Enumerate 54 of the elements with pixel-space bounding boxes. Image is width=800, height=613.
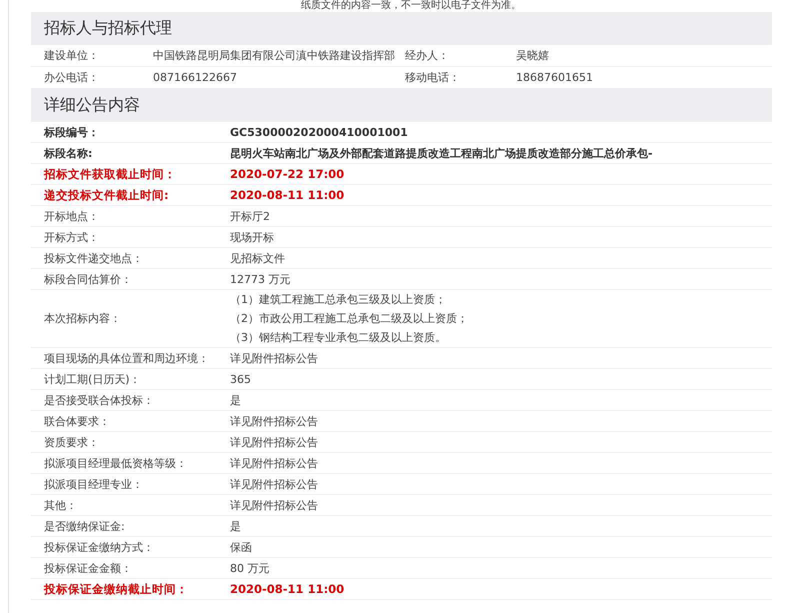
field-value: 18687601651 <box>516 71 594 84</box>
field-value: （1）建筑工程施工总承包三级及以上资质； <box>230 292 446 307</box>
field-label: 联合体要求： <box>44 414 111 428</box>
field-value: （3）钢结构工程专业承包二级及以上资质。 <box>230 330 446 345</box>
field-label: 项目现场的具体位置和周边环境： <box>44 350 210 366</box>
field-value: 12773 万元 <box>230 272 290 286</box>
field-label: 投标文件递交地点： <box>44 250 144 266</box>
field-label: 是否缴纳保证金: <box>44 518 126 534</box>
field-label: 递交投标文件截止时间: <box>44 188 170 202</box>
field-value: 中国铁路昆明局集团有限公司滇中铁路建设指挥部 <box>153 48 396 63</box>
section-header: 招标人与招标代理 <box>31 12 772 45</box>
field-value: 2020-08-11 11:00 <box>230 582 344 596</box>
field-value: （2）市政公用工程施工总承包二级及以上资质； <box>230 311 468 326</box>
field-label: 拟派项目经理专业： <box>44 476 144 492</box>
field-value: 是 <box>230 518 241 534</box>
field-label: 投标保证金金额： <box>44 560 133 576</box>
field-value: 现场开标 <box>230 230 274 244</box>
field-label: 资质要求： <box>44 434 100 450</box>
field-label: 标段名称: <box>44 146 94 160</box>
field-value: 详见附件招标公告 <box>230 476 318 492</box>
field-value: 昆明火车站南北广场及外部配套道路提质改造工程南北广场提质改造部分施工总价承包- <box>230 146 653 160</box>
field-label: 开标方式： <box>44 230 100 244</box>
field-value: 开标厅2 <box>230 208 270 224</box>
field-value: 见招标文件 <box>230 250 285 266</box>
field-value: 详见附件招标公告 <box>230 414 318 428</box>
field-label: 本次招标内容： <box>44 311 122 326</box>
field-value: 详见附件招标公告 <box>230 434 318 450</box>
field-label: 开标地点： <box>44 208 100 224</box>
field-label: 其他： <box>44 498 78 512</box>
field-value: 2020-08-11 11:00 <box>230 188 344 202</box>
field-value: 087166122667 <box>153 71 238 84</box>
field-value: 80 万元 <box>230 560 270 576</box>
section-header: 详细公告内容 <box>31 89 772 122</box>
field-label: 办公电话： <box>44 70 100 85</box>
field-value: 是 <box>230 392 241 408</box>
field-label: 建设单位： <box>44 48 100 63</box>
field-value: 365 <box>230 372 251 386</box>
field-label: 移动电话： <box>405 70 461 85</box>
field-value: 详见附件招标公告 <box>230 456 318 470</box>
field-label: 是否接受联合体投标： <box>44 392 155 408</box>
field-value: GC530000202000410001001 <box>230 126 408 138</box>
field-label: 招标文件获取截止时间： <box>44 166 177 182</box>
field-value: 保函 <box>230 540 252 554</box>
field-label: 投标保证金缴纳方式： <box>44 540 155 554</box>
field-label: 标段编号： <box>44 124 100 140</box>
field-label: 经办人： <box>405 48 450 63</box>
field-label: 标段合同估算价： <box>44 272 133 286</box>
field-label: 投标保证金缴纳截止时间： <box>44 582 189 596</box>
field-value: 吴晓嬉 <box>516 48 550 63</box>
field-label: 计划工期(日历天)： <box>44 372 142 386</box>
field-value: 详见附件招标公告 <box>230 350 318 366</box>
field-label: 拟派项目经理最低资格等级： <box>44 456 188 470</box>
field-value: 详见附件招标公告 <box>230 498 318 512</box>
field-value: 2020-07-22 17:00 <box>230 167 344 181</box>
